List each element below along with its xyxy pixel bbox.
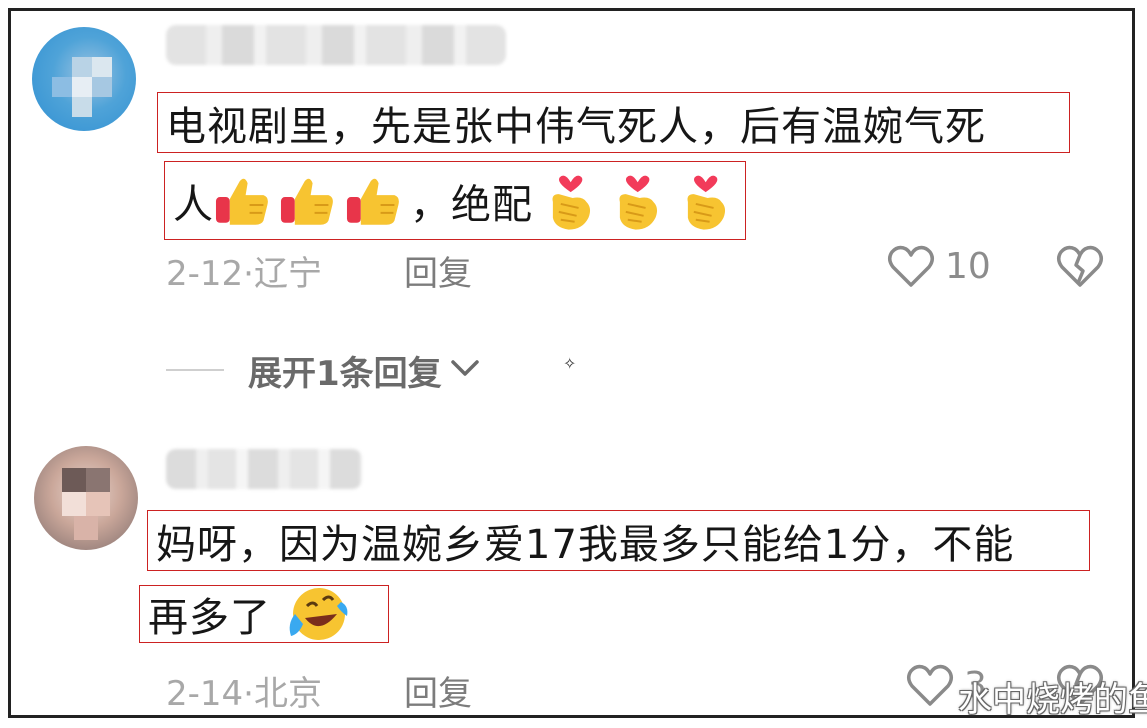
thumbs-up-icon <box>214 175 271 227</box>
laughing-crying-icon <box>285 584 349 644</box>
thumbs-up-icon <box>345 175 402 227</box>
reply-button[interactable]: 回复 <box>404 246 472 295</box>
expand-divider <box>166 369 224 371</box>
comment-text: 电视剧里，先是张中伟气死人，后有温婉气死 <box>166 103 986 150</box>
thumbs-up-icon <box>279 175 336 227</box>
comment-date: 2-14 <box>166 674 244 714</box>
dislike-broken-heart-icon[interactable] <box>1056 243 1104 289</box>
like-heart-icon[interactable] <box>906 662 954 708</box>
meta-separator: · <box>243 254 254 294</box>
username-blurred[interactable] <box>166 449 362 489</box>
reply-button[interactable]: 回复 <box>404 666 472 715</box>
comment-text: 人 <box>173 181 214 228</box>
watermark: 水中烧烤的鱼 <box>958 680 1147 720</box>
chevron-down-icon <box>450 358 480 382</box>
heart-hands-icon <box>543 168 598 234</box>
comment-text-highlight: 再多了 <box>139 585 389 643</box>
comment-text: ，绝配 <box>409 181 533 228</box>
comment-location: 北京 <box>253 674 322 714</box>
comment-location: 辽宁 <box>253 254 322 294</box>
expand-replies-label: 展开1条回复 <box>248 353 442 394</box>
comment-text-highlight: 人 ，绝配 <box>164 161 746 240</box>
comment-date: 2-12 <box>166 254 244 294</box>
comment-meta: 2-12·辽宁 <box>166 246 322 295</box>
comment-meta: 2-14·北京 <box>166 666 322 715</box>
like-heart-icon[interactable] <box>887 243 935 289</box>
avatar[interactable] <box>32 27 136 131</box>
comment-text: 妈呀，因为温婉乡爱17我最多只能给1分，不能 <box>156 521 1015 568</box>
like-count: 10 <box>945 246 991 287</box>
heart-hands-icon <box>610 168 665 234</box>
comment-text-highlight: 妈呀，因为温婉乡爱17我最多只能给1分，不能 <box>147 510 1090 571</box>
heart-hands-icon <box>678 168 733 234</box>
cursor-crosshair-icon: ✧ <box>563 354 577 373</box>
username-blurred[interactable] <box>166 25 506 65</box>
comment-text: 再多了 <box>148 595 271 641</box>
meta-separator: · <box>243 674 254 714</box>
comment-text-highlight: 电视剧里，先是张中伟气死人，后有温婉气死 <box>157 92 1070 153</box>
avatar[interactable] <box>34 446 138 550</box>
expand-replies[interactable]: 展开1条回复 <box>166 345 480 395</box>
